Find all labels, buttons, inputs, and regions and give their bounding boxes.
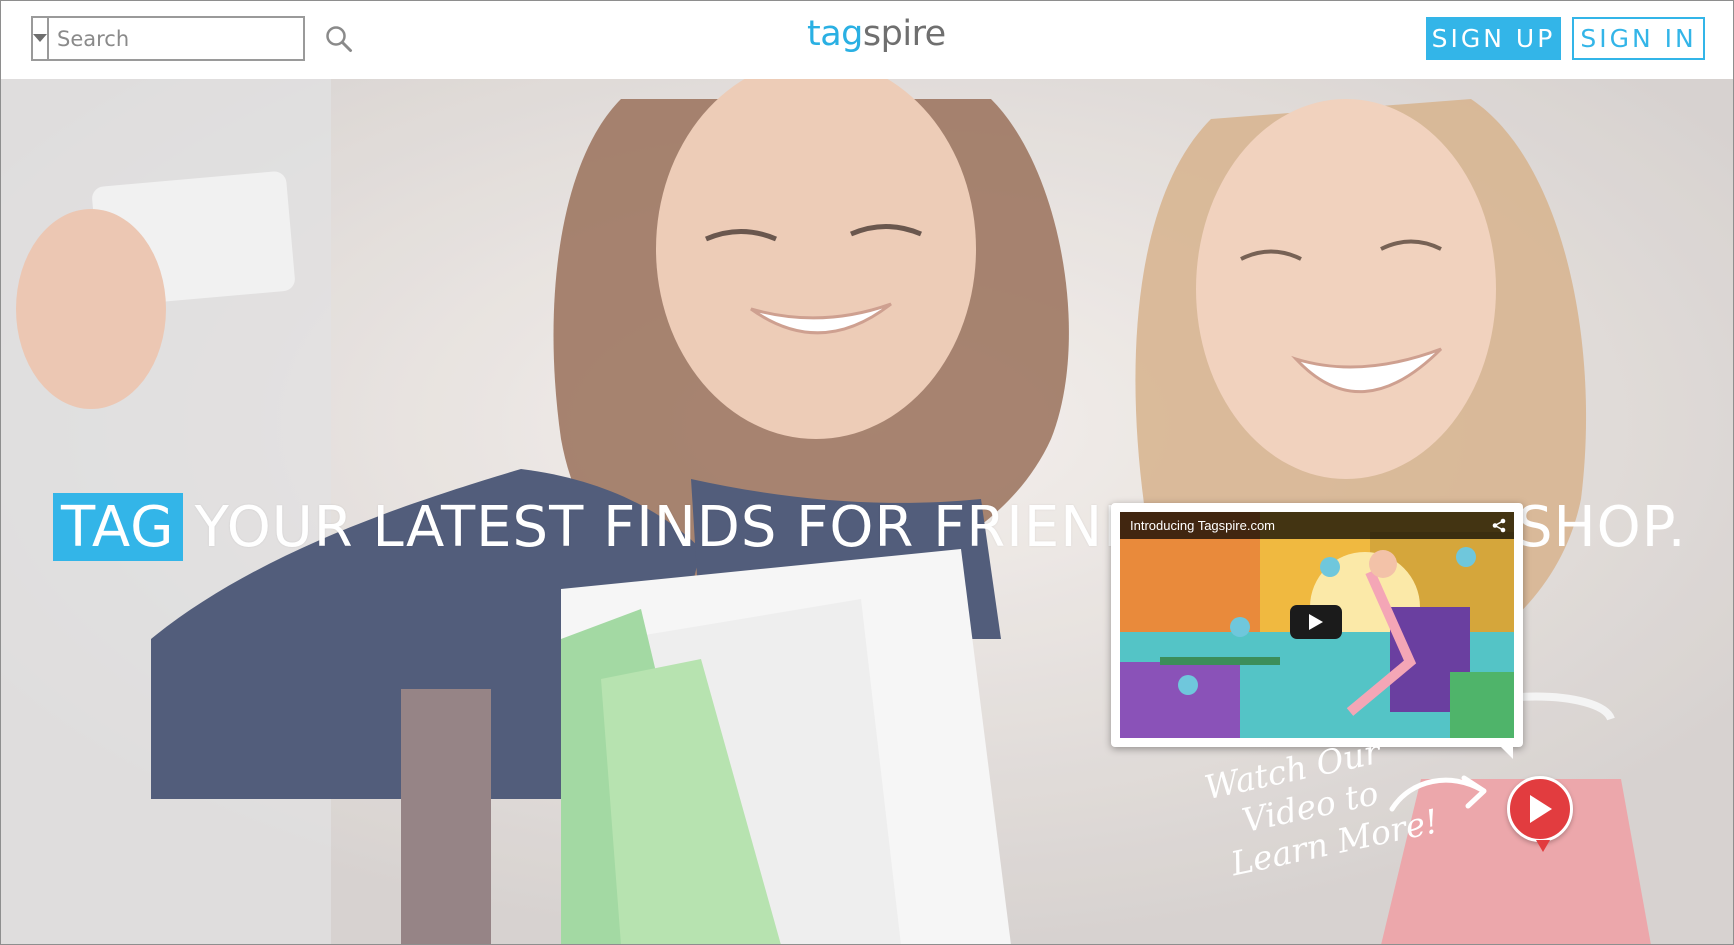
search-category-dropdown[interactable] — [33, 18, 49, 59]
watch-video-play-button[interactable] — [1507, 776, 1573, 852]
chevron-down-icon — [33, 34, 47, 42]
video-title: Introducing Tagspire.com — [1120, 512, 1514, 539]
logo-spire-text: spire — [862, 14, 946, 54]
play-icon — [1309, 614, 1323, 630]
search-icon — [326, 25, 352, 52]
search-button[interactable] — [325, 18, 353, 59]
hero-banner: TAG YOUR LATEST FINDS FOR FRIENDS SHOP. — [0, 79, 1734, 945]
video-player[interactable]: Introducing Tagspire.com — [1120, 512, 1514, 738]
search-input[interactable] — [49, 18, 325, 59]
arrow-icon — [1389, 775, 1487, 812]
top-header: tagspire SIGN UP SIGN IN — [0, 0, 1734, 79]
video-popup: Introducing Tagspire.com — [1111, 503, 1523, 759]
video-play-button[interactable] — [1290, 605, 1342, 639]
sign-up-button[interactable]: SIGN UP — [1426, 17, 1561, 60]
site-logo[interactable]: tag spire — [807, 14, 946, 64]
share-icon[interactable] — [1492, 518, 1506, 533]
headline-tag-highlight: TAG — [53, 493, 183, 561]
search-box — [31, 16, 352, 61]
sign-in-button[interactable]: SIGN IN — [1572, 17, 1705, 60]
hero-headline: TAG YOUR LATEST FINDS FOR FRIENDS — [53, 493, 1184, 561]
logo-tag-text: tag — [807, 14, 863, 54]
headline-text-end: SHOP. — [1517, 494, 1687, 560]
headline-text: YOUR LATEST FINDS FOR FRIENDS — [194, 494, 1184, 560]
play-icon — [1530, 795, 1552, 823]
